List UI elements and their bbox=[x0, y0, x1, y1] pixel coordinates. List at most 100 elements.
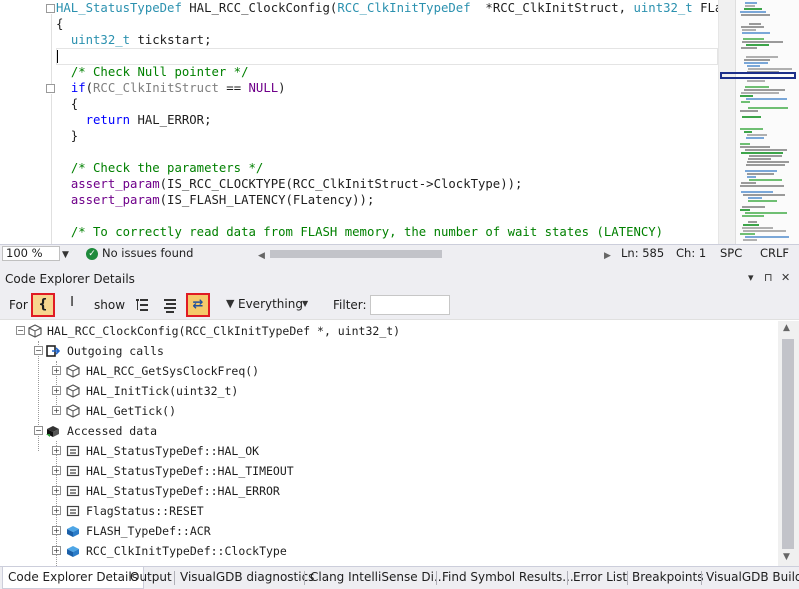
function-scope-button[interactable]: { bbox=[31, 293, 55, 317]
tree-group-accessed-data[interactable]: − Accessed data bbox=[0, 421, 770, 441]
minimap-line bbox=[743, 224, 759, 226]
column-number: Ch: 1 bbox=[676, 246, 707, 260]
window-menu-icon[interactable]: ▾ bbox=[748, 271, 754, 284]
code-line[interactable]: /* Check the parameters */ bbox=[56, 160, 264, 176]
minimap-line bbox=[741, 47, 757, 49]
data-access-icon bbox=[46, 426, 59, 437]
minimap-line bbox=[746, 164, 785, 166]
code-line[interactable]: HAL_StatusTypeDef HAL_RCC_ClockConfig(RC… bbox=[56, 0, 718, 16]
minimap-line bbox=[746, 137, 764, 139]
code-explorer-tree[interactable]: − HAL_RCC_ClockConfig(RCC_ClkInitTypeDef… bbox=[0, 321, 778, 566]
tree-scroll-thumb[interactable] bbox=[782, 339, 794, 549]
tab-breakpoints[interactable]: Breakpoints bbox=[627, 567, 708, 589]
kind-filter-value: Everything bbox=[238, 297, 303, 311]
minimap-line bbox=[749, 179, 782, 181]
close-icon[interactable]: ✕ bbox=[781, 271, 790, 284]
code-minimap[interactable] bbox=[735, 0, 799, 244]
tab-visualgdb-build[interactable]: VisualGDB Build bbox=[701, 567, 799, 589]
tree-item-data[interactable]: + FlagStatus::RESET bbox=[0, 501, 770, 521]
pin-icon[interactable]: ⊓ bbox=[764, 271, 773, 284]
tree-group-outgoing-calls[interactable]: − Outgoing calls bbox=[0, 341, 770, 361]
scroll-down-icon[interactable]: ▼ bbox=[783, 552, 790, 562]
code-line[interactable]: uint32_t tickstart; bbox=[56, 32, 212, 48]
whitespace-mode[interactable]: SPC bbox=[720, 245, 742, 262]
check-icon: ✓ bbox=[86, 248, 98, 260]
code-line[interactable]: return HAL_ERROR; bbox=[56, 112, 212, 128]
code-line[interactable]: } bbox=[56, 128, 78, 144]
tree-item-data[interactable]: + HAL_StatusTypeDef::HAL_TIMEOUT bbox=[0, 461, 770, 481]
tool-window-tabs: Code Explorer Details Output VisualGDB d… bbox=[0, 566, 799, 589]
expand-toggle-icon[interactable]: + bbox=[52, 466, 61, 475]
tree-item-call[interactable]: + HAL_RCC_GetSysClockFreq() bbox=[0, 361, 770, 381]
minimap-line bbox=[741, 101, 750, 103]
tree-item-data[interactable]: + FLASH_TypeDef::ACR bbox=[0, 521, 770, 541]
expand-toggle-icon[interactable]: + bbox=[52, 446, 61, 455]
filter-input[interactable] bbox=[370, 295, 450, 315]
tree-item-call[interactable]: + HAL_GetTick() bbox=[0, 401, 770, 421]
code-token: FLatency bbox=[700, 1, 718, 15]
expand-toggle-icon[interactable]: + bbox=[52, 526, 61, 535]
minimap-viewport[interactable] bbox=[720, 72, 796, 79]
show-flat-button[interactable] bbox=[158, 293, 182, 317]
show-hierarchy-button[interactable] bbox=[130, 293, 154, 317]
code-line[interactable]: /* Check Null pointer */ bbox=[56, 64, 249, 80]
show-both-directions-button[interactable]: ⇄ bbox=[186, 293, 210, 317]
code-area[interactable]: HAL_StatusTypeDef HAL_RCC_ClockConfig(RC… bbox=[48, 0, 718, 244]
expand-toggle-icon[interactable]: + bbox=[52, 486, 61, 495]
code-line[interactable]: { bbox=[56, 96, 78, 112]
tree-item-call[interactable]: + HAL_InitTick(uint32_t) bbox=[0, 381, 770, 401]
tree-item-data[interactable]: + HAL_StatusTypeDef::HAL_ERROR bbox=[0, 481, 770, 501]
show-label: show bbox=[94, 298, 126, 312]
code-line[interactable]: assert_param(IS_RCC_CLOCKTYPE(RCC_ClkIni… bbox=[56, 176, 523, 192]
line-ending[interactable]: CRLF bbox=[760, 245, 789, 262]
minimap-line bbox=[742, 227, 773, 229]
cursor-scope-button[interactable]: I bbox=[60, 293, 84, 317]
tab-visualgdb-diagnostics[interactable]: VisualGDB diagnostics bbox=[175, 567, 319, 589]
tab-code-explorer-details[interactable]: Code Explorer Details bbox=[2, 567, 144, 589]
kind-filter-dropdown[interactable]: ▼ Everything ▼ bbox=[222, 295, 312, 315]
horizontal-scroll-thumb[interactable] bbox=[270, 250, 442, 258]
minimap-line bbox=[744, 8, 762, 10]
minimap-line bbox=[740, 209, 750, 211]
tree-item-data[interactable]: + HAL_StatusTypeDef::HAL_OK bbox=[0, 441, 770, 461]
code-token: assert_param bbox=[70, 193, 160, 207]
scroll-up-icon[interactable]: ▲ bbox=[783, 323, 790, 333]
code-editor[interactable]: HAL_StatusTypeDef HAL_RCC_ClockConfig(RC… bbox=[0, 0, 799, 244]
code-token: tickstart; bbox=[130, 33, 212, 47]
code-line[interactable]: assert_param(IS_FLASH_LATENCY(FLatency))… bbox=[56, 192, 375, 208]
expand-toggle-icon[interactable]: + bbox=[52, 386, 61, 395]
expand-toggle-icon[interactable]: + bbox=[52, 366, 61, 375]
outgoing-calls-icon bbox=[46, 345, 60, 357]
zoom-value: 100 % bbox=[6, 246, 43, 260]
minimap-line bbox=[746, 44, 769, 46]
tab-find-symbol-results[interactable]: Find Symbol Results... bbox=[437, 567, 579, 589]
minimap-line bbox=[742, 215, 764, 217]
expand-toggle-icon[interactable]: + bbox=[52, 546, 61, 555]
expand-toggle-icon[interactable]: + bbox=[52, 406, 61, 415]
panel-toolbar: For { I show ⇄ ▼ Everything ▼ Filter: bbox=[0, 290, 799, 320]
tab-output[interactable]: Output bbox=[125, 567, 177, 589]
expand-toggle-icon[interactable]: + bbox=[52, 506, 61, 515]
collapse-toggle-icon[interactable]: − bbox=[34, 346, 43, 355]
code-line[interactable]: { bbox=[56, 16, 63, 32]
minimap-line bbox=[745, 212, 787, 214]
minimap-line bbox=[743, 239, 757, 241]
minimap-line bbox=[740, 233, 755, 235]
collapse-toggle-icon[interactable]: − bbox=[16, 326, 25, 335]
tree-item-data[interactable]: + RCC_ClkInitTypeDef::ClockType bbox=[0, 541, 770, 561]
minimap-line bbox=[741, 191, 773, 193]
minimap-line bbox=[748, 158, 771, 160]
zoom-dropdown[interactable]: 100 % bbox=[2, 246, 60, 261]
code-line[interactable]: if(RCC_ClkInitStruct == NULL) bbox=[56, 80, 286, 96]
minimap-line bbox=[740, 146, 770, 148]
tab-error-list[interactable]: Error List bbox=[568, 567, 632, 589]
code-token: if bbox=[70, 81, 86, 95]
minimap-line bbox=[745, 170, 777, 172]
editor-vertical-scrollbar[interactable] bbox=[718, 0, 735, 244]
issues-status[interactable]: No issues found bbox=[102, 245, 193, 262]
collapse-toggle-icon[interactable]: − bbox=[34, 426, 43, 435]
tab-clang-intellisense[interactable]: Clang IntelliSense Di... bbox=[305, 567, 450, 589]
tree-root-node[interactable]: − HAL_RCC_ClockConfig(RCC_ClkInitTypeDef… bbox=[0, 321, 770, 341]
function-icon bbox=[28, 324, 42, 338]
code-line[interactable]: /* To correctly read data from FLASH mem… bbox=[56, 224, 663, 240]
